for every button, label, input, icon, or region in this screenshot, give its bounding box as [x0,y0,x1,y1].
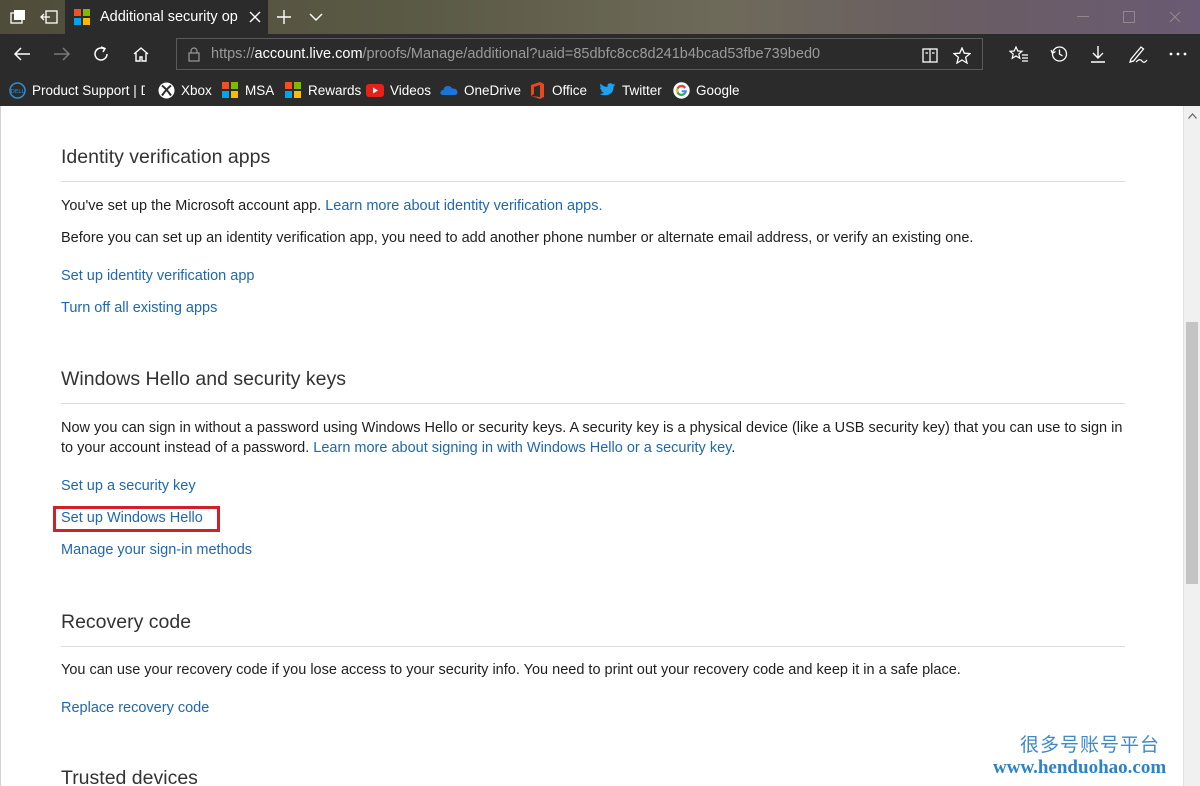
title-bar: Additional security opt [0,0,1200,34]
favorite-item-rewards[interactable]: Rewards [284,80,361,100]
microsoft-icon [284,81,302,99]
close-tab-icon[interactable] [246,8,264,26]
favorite-item-onedrive[interactable]: OneDrive [440,80,521,100]
favorite-item-google[interactable]: Google [672,80,740,100]
history-icon[interactable] [1039,34,1079,74]
favorite-item-twitter[interactable]: Twitter [598,80,662,100]
svg-text:DELL: DELL [10,89,25,95]
identity-apps-heading: Identity verification apps [61,146,271,168]
scrollbar-thumb[interactable] [1186,322,1198,584]
recovery-code-heading: Recovery code [61,611,192,633]
twitter-icon [598,81,616,99]
back-icon[interactable] [2,34,42,74]
google-icon [672,81,690,99]
favorites-bar: DELL Product Support | De Xbox MSA Rewar… [0,74,1200,106]
watermark-title: 很多号账号平台 [1020,734,1161,756]
tab-active[interactable]: Additional security opt [65,0,268,34]
navigation-bar: https://account.live.com/proofs/Manage/a… [0,34,1200,74]
pen-notes-icon[interactable] [1118,34,1158,74]
dell-icon: DELL [8,81,26,99]
maximize-icon[interactable] [1106,0,1152,34]
setup-identity-app-link[interactable]: Set up identity verification app [61,268,254,284]
address-bar[interactable]: https://account.live.com/proofs/Manage/a… [176,38,983,70]
highlight-box [53,506,220,532]
replace-recovery-code-link[interactable]: Replace recovery code [61,700,209,716]
office-icon [528,81,546,99]
windows-hello-heading: Windows Hello and security keys [61,368,347,390]
trusted-devices-heading: Trusted devices [61,767,198,786]
watermark-url: www.henduohao.com [993,757,1167,778]
xbox-icon [157,81,175,99]
recovery-code-info-text: You can use your recovery code if you lo… [61,662,961,678]
windows-hello-info-text: Now you can sign in without a password u… [61,420,1123,456]
identity-apps-status-text: You've set up the Microsoft account app.… [61,198,603,214]
set-tabs-aside-icon[interactable] [33,0,65,34]
favorite-item-msa[interactable]: MSA [221,80,274,100]
microsoft-icon [74,9,90,25]
lock-icon[interactable] [177,46,211,62]
tab-list-chevron-icon[interactable] [300,0,332,34]
forward-icon[interactable] [42,34,82,74]
divider [61,646,1125,647]
manage-sign-in-methods-link[interactable]: Manage your sign-in methods [61,542,252,558]
favorite-star-icon[interactable] [949,43,975,67]
favorite-item-xbox[interactable]: Xbox [157,80,212,100]
favorite-item-product-support[interactable]: DELL Product Support | De [8,80,145,100]
page-content: Identity verification apps You've set up… [0,106,1183,786]
favorites-hub-icon[interactable] [999,34,1039,74]
turn-off-apps-link[interactable]: Turn off all existing apps [61,300,217,316]
new-tab-icon[interactable] [268,0,300,34]
favorite-item-office[interactable]: Office [528,80,587,100]
home-icon[interactable] [121,34,161,74]
favorite-item-videos[interactable]: Videos [366,80,431,100]
divider [61,181,1125,182]
reading-view-icon[interactable] [917,43,943,67]
vertical-scrollbar[interactable] [1183,106,1200,786]
microsoft-icon [221,81,239,99]
tab-title: Additional security opt [100,9,238,25]
divider [61,403,1125,404]
identity-apps-info-text: Before you can set up an identity verifi… [61,230,974,246]
onedrive-icon [440,81,458,99]
close-window-icon[interactable] [1152,0,1198,34]
url-text[interactable]: https://account.live.com/proofs/Manage/a… [211,46,911,62]
setup-security-key-link[interactable]: Set up a security key [61,478,196,494]
more-options-icon[interactable] [1158,34,1198,74]
minimize-icon[interactable] [1060,0,1106,34]
tab-preview-icon[interactable] [2,0,34,34]
scroll-up-icon[interactable] [1184,109,1200,123]
learn-more-identity-apps-link[interactable]: Learn more about identity verification a… [325,198,602,214]
refresh-icon[interactable] [81,34,121,74]
youtube-icon [366,81,384,99]
learn-more-windows-hello-link[interactable]: Learn more about signing in with Windows… [313,440,731,456]
download-icon[interactable] [1078,34,1118,74]
